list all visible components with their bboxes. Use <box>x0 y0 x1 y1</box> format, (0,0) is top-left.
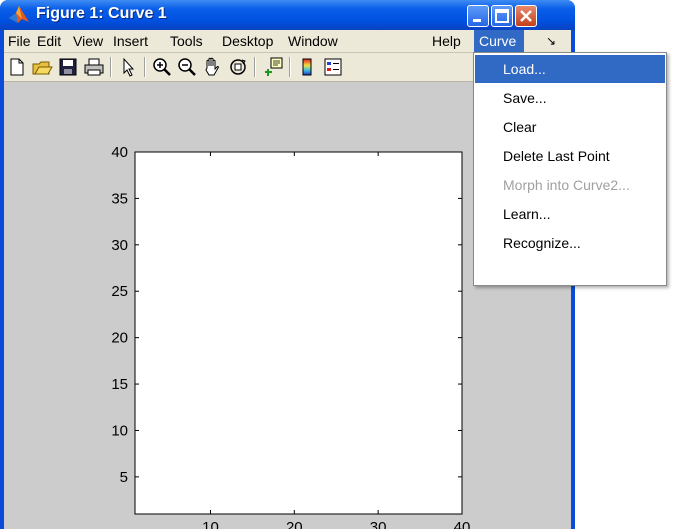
curve-menu-item-label: Learn... <box>503 206 551 222</box>
toolbar-separator <box>254 57 256 77</box>
rotate-3d-icon[interactable] <box>227 56 249 78</box>
y-tick-label: 25 <box>111 283 128 300</box>
open-file-icon[interactable] <box>31 56 53 78</box>
curve-menu-item[interactable]: Save... <box>475 84 665 112</box>
y-tick-label: 40 <box>111 144 128 161</box>
menu-curve-label: Curve <box>479 33 517 49</box>
y-tick-label: 10 <box>111 422 128 439</box>
curve-menu-dropdown: Load... Save... Clear Delete Last Point Morp… <box>473 52 667 286</box>
zoom-out-icon[interactable] <box>176 56 198 78</box>
menu-help[interactable]: Help <box>432 33 461 49</box>
curve-menu-item[interactable]: Learn... <box>475 200 665 228</box>
x-tick-label: 30 <box>370 519 387 529</box>
close-icon <box>520 10 532 22</box>
minimize-button[interactable] <box>467 5 489 27</box>
curve-menu-item: Morph into Curve2... <box>475 171 665 199</box>
print-icon[interactable] <box>83 56 105 78</box>
y-tick-label: 20 <box>111 330 128 347</box>
colorbar-icon[interactable] <box>296 56 318 78</box>
minimize-icon <box>473 19 481 22</box>
maximize-button[interactable] <box>491 5 513 27</box>
save-icon[interactable] <box>57 56 79 78</box>
axes-box <box>134 151 463 515</box>
zoom-in-icon[interactable] <box>151 56 173 78</box>
window-title: Figure 1: Curve 1 <box>36 5 167 22</box>
menu-bar: File Edit View Insert Tools Desktop Wind… <box>4 30 571 53</box>
curve-menu-item[interactable]: Recognize... <box>475 229 665 257</box>
pointer-icon[interactable] <box>117 56 139 78</box>
title-bar[interactable]: Figure 1: Curve 1 <box>0 0 575 30</box>
legend-icon[interactable] <box>322 56 344 78</box>
dock-arrow-icon[interactable]: ↘ <box>546 34 556 48</box>
menu-view[interactable]: View <box>73 33 103 49</box>
toolbar-separator <box>110 57 112 77</box>
toolbar-separator <box>144 57 146 77</box>
y-tick-label: 15 <box>111 376 128 393</box>
menu-file[interactable]: File <box>8 33 31 49</box>
curve-menu-item[interactable]: Load... <box>475 55 665 83</box>
new-file-icon[interactable] <box>6 56 28 78</box>
curve-menu-item[interactable]: Delete Last Point <box>475 142 665 170</box>
curve-menu-item-label: Clear <box>503 119 537 135</box>
menu-curve[interactable]: Curve <box>474 30 524 52</box>
menu-tools[interactable]: Tools <box>170 33 203 49</box>
maximize-icon <box>495 9 509 23</box>
menu-insert[interactable]: Insert <box>113 33 148 49</box>
menu-window[interactable]: Window <box>288 33 338 49</box>
menu-desktop[interactable]: Desktop <box>222 33 273 49</box>
curve-menu-item[interactable]: Clear <box>475 113 665 141</box>
toolbar-separator <box>289 57 291 77</box>
curve-menu-item-label: Save... <box>503 90 547 106</box>
curve-menu-item-label: Recognize... <box>503 235 581 251</box>
x-tick-label: 40 <box>454 519 471 529</box>
curve-menu-item-label: Morph into Curve2... <box>503 177 630 193</box>
curve-menu-item-label: Delete Last Point <box>503 148 610 164</box>
y-tick-label: 35 <box>111 190 128 207</box>
data-cursor-icon[interactable] <box>262 56 284 78</box>
matlab-logo-icon <box>9 6 29 23</box>
curve-menu-item-label: Load... <box>503 61 546 77</box>
pan-hand-icon[interactable] <box>201 56 223 78</box>
x-tick-label: 20 <box>286 519 303 529</box>
y-tick-label: 5 <box>120 469 128 486</box>
menu-edit[interactable]: Edit <box>37 33 61 49</box>
close-button[interactable] <box>515 5 537 27</box>
x-tick-label: 10 <box>202 519 219 529</box>
y-tick-label: 30 <box>111 237 128 254</box>
